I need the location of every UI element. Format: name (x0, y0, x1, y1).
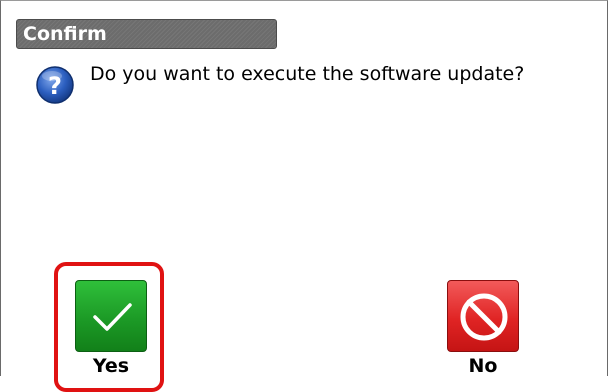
yes-button[interactable]: Yes (58, 266, 158, 378)
dialog-window: Confirm ? Do you want to execute the sof… (0, 0, 608, 392)
dialog-message: Do you want to execute the software upda… (90, 63, 525, 85)
svg-text:?: ? (48, 72, 62, 100)
question-icon: ? (35, 65, 75, 105)
no-tile[interactable] (447, 280, 519, 352)
prohibited-icon (460, 293, 508, 341)
no-button[interactable]: No (430, 266, 530, 378)
dialog-title: Confirm (23, 23, 107, 45)
dialog-title-bar: Confirm (16, 19, 277, 49)
checkmark-icon (93, 303, 132, 331)
no-button-label: No (468, 355, 498, 377)
yes-button-label: Yes (92, 355, 130, 377)
yes-tile[interactable] (75, 280, 147, 352)
